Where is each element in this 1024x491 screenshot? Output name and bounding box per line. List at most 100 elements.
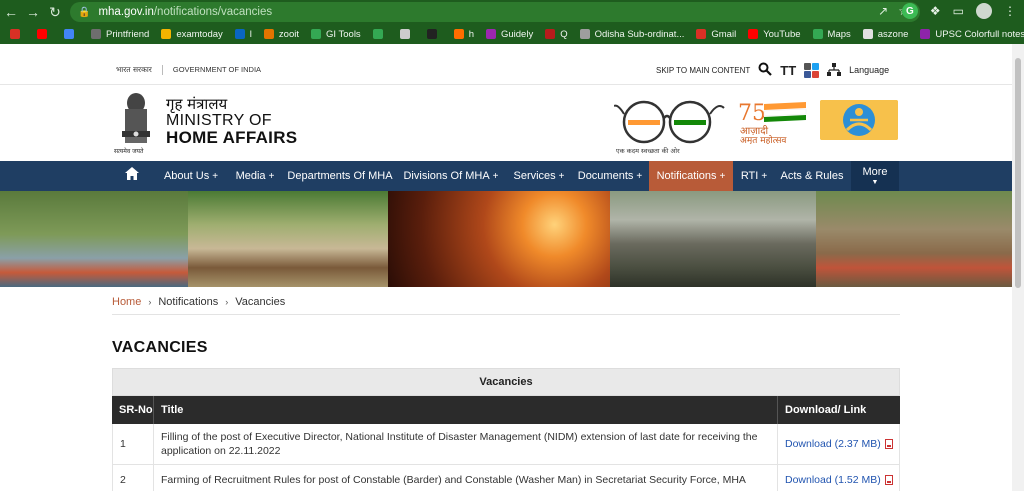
yoga-day-logo[interactable] [820,100,898,140]
reload-icon[interactable]: ↻ [44,1,66,23]
bookmark-item[interactable]: Gmail [690,24,742,44]
url-path: /notifications/vacancies [153,6,273,18]
bookmark-label: l [249,28,252,40]
language-selector[interactable]: Language [849,65,889,75]
nav-media[interactable]: Media + [230,161,280,191]
bookmark-item[interactable]: Guidely [480,24,539,44]
download-link[interactable]: Download (2.37 MB) [785,438,881,450]
scrollbar-thumb[interactable] [1015,58,1021,288]
bookmark-favicon-icon [311,29,321,39]
banner-photo-landslide-rescue [816,191,1012,287]
nav-label: Services [513,170,556,182]
page-title: VACANCIES [112,339,208,356]
download-link[interactable]: Download (1.52 MB) [785,474,881,486]
nav-divisions-of-mha[interactable]: Divisions Of MHA + [402,161,500,191]
bookmark-label: zooit [278,28,299,40]
row-title: Filling of the post of Executive Directo… [154,424,778,464]
bookmark-favicon-icon [812,29,823,39]
row-download-cell: Download (1.52 MB) [778,465,900,491]
bookmark-label: Gmail [711,28,737,40]
profile-avatar[interactable] [976,3,992,19]
bookmark-favicon-icon [920,29,931,39]
bookmark-item[interactable] [58,24,85,44]
table-row: 2 Farming of Recruitment Rules for post … [112,465,900,491]
bookmark-item[interactable] [367,24,394,44]
back-icon[interactable]: ← [0,1,22,23]
bookmark-favicon-icon [91,29,101,39]
bookmark-label: Printfriend [106,28,150,40]
gov-hindi-label: भारत सरकार [116,65,152,74]
emblem-caption: सत्यमेव जयते [114,148,144,155]
pdf-icon[interactable] [884,439,893,449]
azadi-ka-amrit-mahotsav-logo[interactable]: 75 आज़ादी अमृत महोत्सव [736,98,812,146]
bookmark-label: Guidely [500,28,534,40]
bookmark-item[interactable]: Printfriend [85,24,155,44]
bookmark-item[interactable]: UPSC Colorfull notes [914,24,1024,44]
sitemap-icon[interactable] [827,62,842,78]
skip-to-main-link[interactable]: SKIP TO MAIN CONTENT [656,66,750,75]
banner-carousel[interactable] [0,191,1012,287]
breadcrumb-notifications-link[interactable]: Notifications [158,296,218,308]
bookmark-item[interactable]: GI Tools [305,24,367,44]
nav-acts-rules[interactable]: Acts & Rules [778,161,846,191]
ministry-name[interactable]: HOME AFFAIRS [166,128,297,148]
lock-icon: 🔒 [78,6,91,18]
nav-label: About Us [163,170,210,182]
svg-text:75: 75 [738,101,766,126]
nav-notifications[interactable]: Notifications + [649,161,733,191]
page-scrollbar[interactable] [1012,44,1024,491]
nav-documents[interactable]: Documents + [574,161,646,191]
nav-rti[interactable]: RTI + [736,161,772,191]
side-panel-icon[interactable]: ▭ [953,4,964,18]
nav-more[interactable]: More ▼ [851,161,899,191]
breadcrumb-home-link[interactable]: Home [112,296,141,308]
expand-plus-icon: + [636,170,643,182]
swachh-bharat-logo[interactable] [613,94,726,148]
grammarly-extension-icon[interactable]: G [901,3,918,19]
bookmark-item[interactable]: h [448,24,480,44]
banner-photo-border-fence [388,191,610,287]
bookmark-item[interactable]: YouTube [742,24,806,44]
bookmark-label: aszone [877,28,909,40]
chevron-right-icon: › [148,297,152,307]
expand-plus-icon: + [492,170,499,182]
bookmark-item[interactable]: Odisha Sub-ordinat... [574,24,691,44]
social-media-icon[interactable] [804,62,820,78]
bookmark-item[interactable]: l [229,24,258,44]
bookmark-item[interactable]: aszone [857,24,915,44]
pdf-icon[interactable] [884,474,893,485]
bookmark-item[interactable]: zooit [258,24,305,44]
banner-photo-parade [188,191,388,287]
extensions-puzzle-icon[interactable]: ❖ [930,4,941,18]
bookmark-item[interactable] [421,24,448,44]
bookmark-item[interactable] [31,24,58,44]
nav-about-us[interactable]: About Us + [160,161,222,191]
bookmark-favicon-icon [579,29,590,39]
expand-plus-icon: + [212,170,219,182]
share-icon[interactable]: ↗ [878,4,888,18]
nav-services[interactable]: Services + [508,161,570,191]
row-sr-no: 1 [112,424,154,464]
home-icon[interactable] [125,167,139,184]
forward-icon[interactable]: → [22,1,44,23]
address-bar[interactable]: 🔒 mha.gov.in/notifications/vacancies [70,2,920,22]
column-header-download: Download/ Link [785,404,867,416]
bookmark-item[interactable] [4,24,31,44]
bookmark-item[interactable] [394,24,421,44]
banner-photo-security-check [610,191,816,287]
search-icon[interactable] [758,62,773,78]
table-header-row: SR-No Title Download/ Link [112,396,900,424]
bookmark-favicon-icon [453,29,464,39]
text-size-icon[interactable]: TT [780,63,796,78]
bookmark-item[interactable]: Maps [807,24,857,44]
bookmark-item[interactable]: Q [539,24,573,44]
nav-departments-of-mha[interactable]: Departments Of MHA [286,161,394,191]
chevron-right-icon: › [225,297,229,307]
menu-kebab-icon[interactable]: ⋮ [1004,4,1016,18]
bookmark-item[interactable]: examtoday [155,24,228,44]
bookmark-favicon-icon [426,29,437,39]
nav-label: Divisions Of MHA [403,170,490,182]
site-header: सत्यमेव जयते गृह मंत्रालय MINISTRY OF HO… [0,86,1012,162]
column-header-title: Title [154,396,778,424]
bookmark-label: h [468,28,474,40]
